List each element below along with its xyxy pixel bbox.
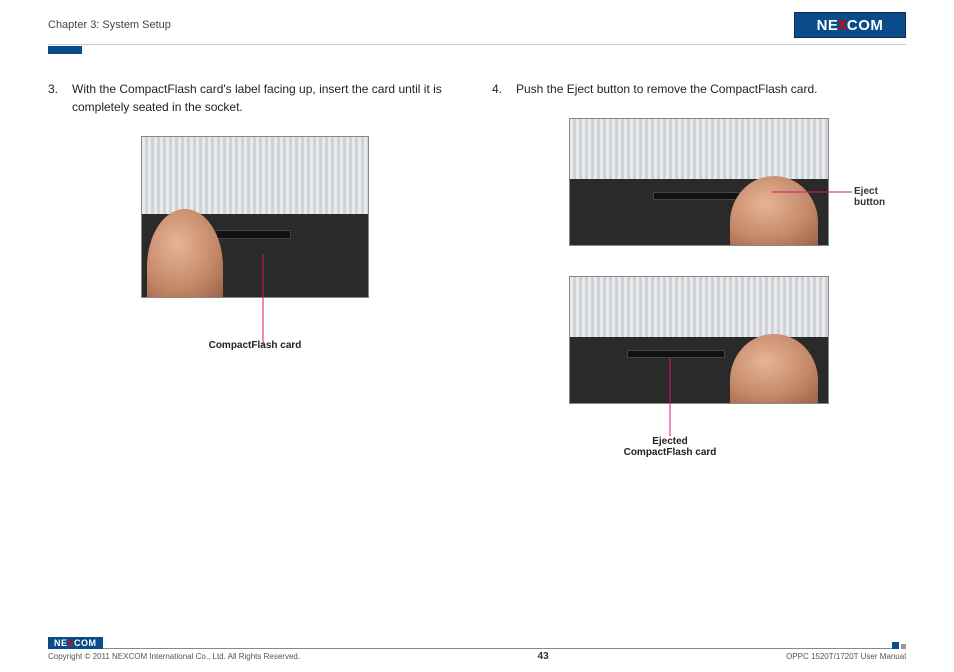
footer-logo-post: COM (74, 638, 97, 648)
cf-slot (653, 192, 741, 200)
insert-card-photo (141, 136, 369, 298)
copyright-text: Copyright © 2011 NEXCOM International Co… (48, 652, 300, 661)
manual-title: OPPC 1520T/1720T User Manual (786, 652, 906, 661)
brand-logo: NEXCOM (794, 12, 906, 38)
heatsink-fins (142, 137, 368, 214)
ejected-label-line2: CompactFlash card (610, 447, 730, 458)
footer-bar: NEXCOM (48, 637, 906, 649)
left-column: 3. With the CompactFlash card's label fa… (48, 80, 462, 602)
eject-button-photo (569, 118, 829, 246)
step-text: Push the Eject button to remove the Comp… (516, 80, 906, 98)
footer-rule (103, 637, 892, 649)
page-number: 43 (538, 651, 549, 662)
page-footer: NEXCOM Copyright © 2011 NEXCOM Internati… (48, 637, 906, 662)
footer-logo: NEXCOM (48, 637, 103, 649)
header-divider (48, 44, 906, 45)
step-text: With the CompactFlash card's label facin… (72, 80, 462, 116)
footer-ornament (892, 637, 906, 649)
heatsink-fins (570, 277, 828, 337)
right-column: 4. Push the Eject button to remove the C… (492, 80, 906, 602)
step-4: 4. Push the Eject button to remove the C… (492, 80, 906, 98)
page-header: Chapter 3: System Setup NEXCOM (48, 12, 906, 38)
footer-row: Copyright © 2011 NEXCOM International Co… (48, 651, 906, 662)
step-3: 3. With the CompactFlash card's label fa… (48, 80, 462, 116)
content-area: 3. With the CompactFlash card's label fa… (48, 80, 906, 602)
footer-logo-pre: NE (54, 638, 68, 648)
eject-button-label: Eject button (854, 186, 906, 208)
chapter-title: Chapter 3: System Setup (48, 19, 171, 31)
ejected-label-line1: Ejected (610, 436, 730, 447)
ejected-card-graphic (627, 350, 725, 358)
cf-slot (214, 230, 291, 240)
ejected-card-label: Ejected CompactFlash card (610, 436, 730, 458)
compactflash-label: CompactFlash card (48, 340, 462, 351)
step-number: 3. (48, 80, 62, 116)
logo-text-post: COM (847, 17, 884, 34)
card-ejected-photo (569, 276, 829, 404)
margin-tab (48, 46, 82, 54)
heatsink-fins (570, 119, 828, 179)
step-number: 4. (492, 80, 506, 98)
logo-text-pre: NE (817, 17, 839, 34)
